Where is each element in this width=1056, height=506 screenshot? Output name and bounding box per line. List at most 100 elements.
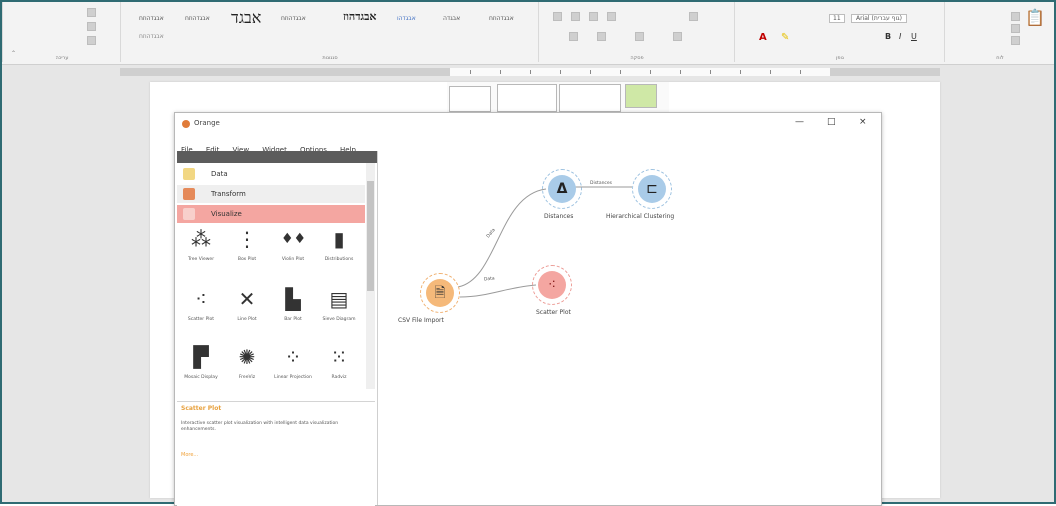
help-more-link[interactable]: More... [181,452,198,458]
italic-icon[interactable]: I [899,32,901,41]
style-title[interactable]: אבגדהוז [343,10,377,23]
help-title: Scatter Plot [181,405,222,412]
link-layer [457,186,632,298]
bold-icon[interactable]: B [885,32,891,41]
editing-group-label: עריכה [55,55,69,61]
tree-viewer-icon: ⁂ [191,227,211,251]
styles-group-label: סגנונות [322,55,338,61]
linear-projection-icon: ⁘ [284,345,302,369]
widget-distributions[interactable]: ▮ Distributions [317,227,361,277]
node-csv-file-import[interactable]: 🗎 [420,273,460,313]
numbering-icon[interactable] [571,12,580,21]
hierarchical-clustering-icon: ⊏ [638,175,666,203]
widget-freeviz[interactable]: ✺ FreeViz [225,345,269,395]
visualize-category-icon [183,208,195,220]
category-label: Transform [211,190,246,198]
widget-box-plot[interactable]: ⋮ Box Plot [225,227,269,277]
minimize-button[interactable]: — [795,117,804,127]
style-1[interactable]: אבגדהוזח [139,15,164,22]
node-label: Distances [544,213,574,220]
style-heading[interactable]: אבגד [231,8,261,28]
find-icon[interactable] [87,8,96,17]
node-label: Hierarchical Clustering [606,213,675,220]
distances-icon: Δ [548,175,576,203]
widget-tree-viewer[interactable]: ⁂ Tree Viewer [179,227,223,277]
align-right-icon[interactable] [635,32,644,41]
format-painter-icon[interactable] [1011,36,1020,45]
paragraph-group-label: פסקה [630,55,644,61]
style-5[interactable]: אבגדה [443,15,460,22]
editing-group: ⌃ עריכה [2,2,121,62]
widget-label: Tree Viewer [187,257,215,262]
line-plot-icon: ✕ [238,287,256,311]
widget-sieve-diagram[interactable]: ▤ Sieve Diagram [317,287,361,337]
sort-icon[interactable] [689,12,698,21]
toolbox-scrollbar[interactable] [366,163,375,389]
orange-logo-icon [182,120,190,128]
bullets-icon[interactable] [553,12,562,21]
sieve-diagram-icon: ▤ [329,287,349,311]
orange-menubar: File Edit View Widget Options Help [181,137,364,154]
category-transform[interactable]: Transform [177,185,365,203]
node-hierarchical-clustering[interactable]: ⊏ [632,169,672,209]
radviz-icon: ⁙ [330,345,348,369]
data-category-icon [183,168,195,180]
widget-mosaic-display[interactable]: ▛ Mosaic Display [179,345,223,395]
node-distances[interactable]: Δ [542,169,582,209]
node-label: Scatter Plot [536,309,571,316]
underline-icon[interactable]: U [911,32,917,41]
widget-line-plot[interactable]: ✕ Line Plot [225,287,269,337]
widget-scatter-plot[interactable]: ⁖ Scatter Plot [179,287,223,337]
widget-label: Box Plot [237,257,257,262]
clipboard-group: 📋 לוח [944,2,1055,62]
widget-bar-plot[interactable]: ▙ Bar Plot [271,287,315,337]
widget-label: Line Plot [237,317,257,322]
copy-icon[interactable] [1011,24,1020,33]
indent-icon[interactable] [607,12,616,21]
widget-label: Linear Projection [274,375,312,380]
paste-icon[interactable]: 📋 [1025,8,1045,27]
link-csv-scatter[interactable] [459,284,537,298]
font-name-box[interactable]: Arial (גוף עברית) [851,14,907,23]
align-center-icon[interactable] [597,32,606,41]
select-icon[interactable] [87,36,96,45]
horizontal-ruler[interactable] [120,68,940,76]
workflow-canvas[interactable]: Data Data Distances 🗎 CSV File Import Δ … [378,151,881,505]
widget-violin-plot[interactable]: ♦♦ Violin Plot [271,227,315,277]
widget-label: Sieve Diagram [322,317,356,322]
widget-linear-projection[interactable]: ⁘ Linear Projection [271,345,315,395]
orange-titlebar[interactable]: Orange — □ × [175,113,881,135]
close-button[interactable]: × [859,117,867,127]
font-size-box[interactable]: 11 [829,14,845,23]
link-label: Distances [590,181,613,186]
multilevel-icon[interactable] [589,12,598,21]
align-left-icon[interactable] [569,32,578,41]
style-row2: אבגדהוזח [139,33,164,40]
toolbox-header [177,151,377,163]
widget-radviz[interactable]: ⁙ Radviz [317,345,361,395]
freeviz-icon: ✺ [238,345,256,369]
replace-icon[interactable] [87,22,96,31]
maximize-button[interactable]: □ [827,117,836,127]
link-csv-distances[interactable] [457,188,547,288]
widget-label: Distributions [324,257,354,262]
style-6[interactable]: אבגדהוזח [489,15,514,22]
category-visualize[interactable]: Visualize [177,205,365,223]
cut-icon[interactable] [1011,12,1020,21]
widget-label: FreeViz [238,375,256,380]
clipboard-group-label: לוח [996,55,1004,61]
style-2[interactable]: אבגדהוזח [185,15,210,22]
node-scatter-plot[interactable]: ⁖ [532,265,572,305]
embedded-image-thumbnail[interactable] [447,82,669,114]
font-color-icon[interactable]: A [759,32,767,43]
highlight-icon[interactable]: ✎ [781,32,789,43]
style-4[interactable]: אבגדהו [397,15,416,22]
scrollbar-thumb[interactable] [367,181,374,291]
widget-help-panel: Scatter Plot Interactive scatter plot vi… [177,401,375,506]
justify-icon[interactable] [673,32,682,41]
widget-label: Bar Plot [284,317,302,322]
font-group: Arial (גוף עברית) 11 A ✎ B I U גופן [734,2,945,62]
category-data[interactable]: Data [177,165,365,183]
font-group-label: גופן [836,55,844,61]
style-3[interactable]: אבגדהוזח [281,15,306,22]
